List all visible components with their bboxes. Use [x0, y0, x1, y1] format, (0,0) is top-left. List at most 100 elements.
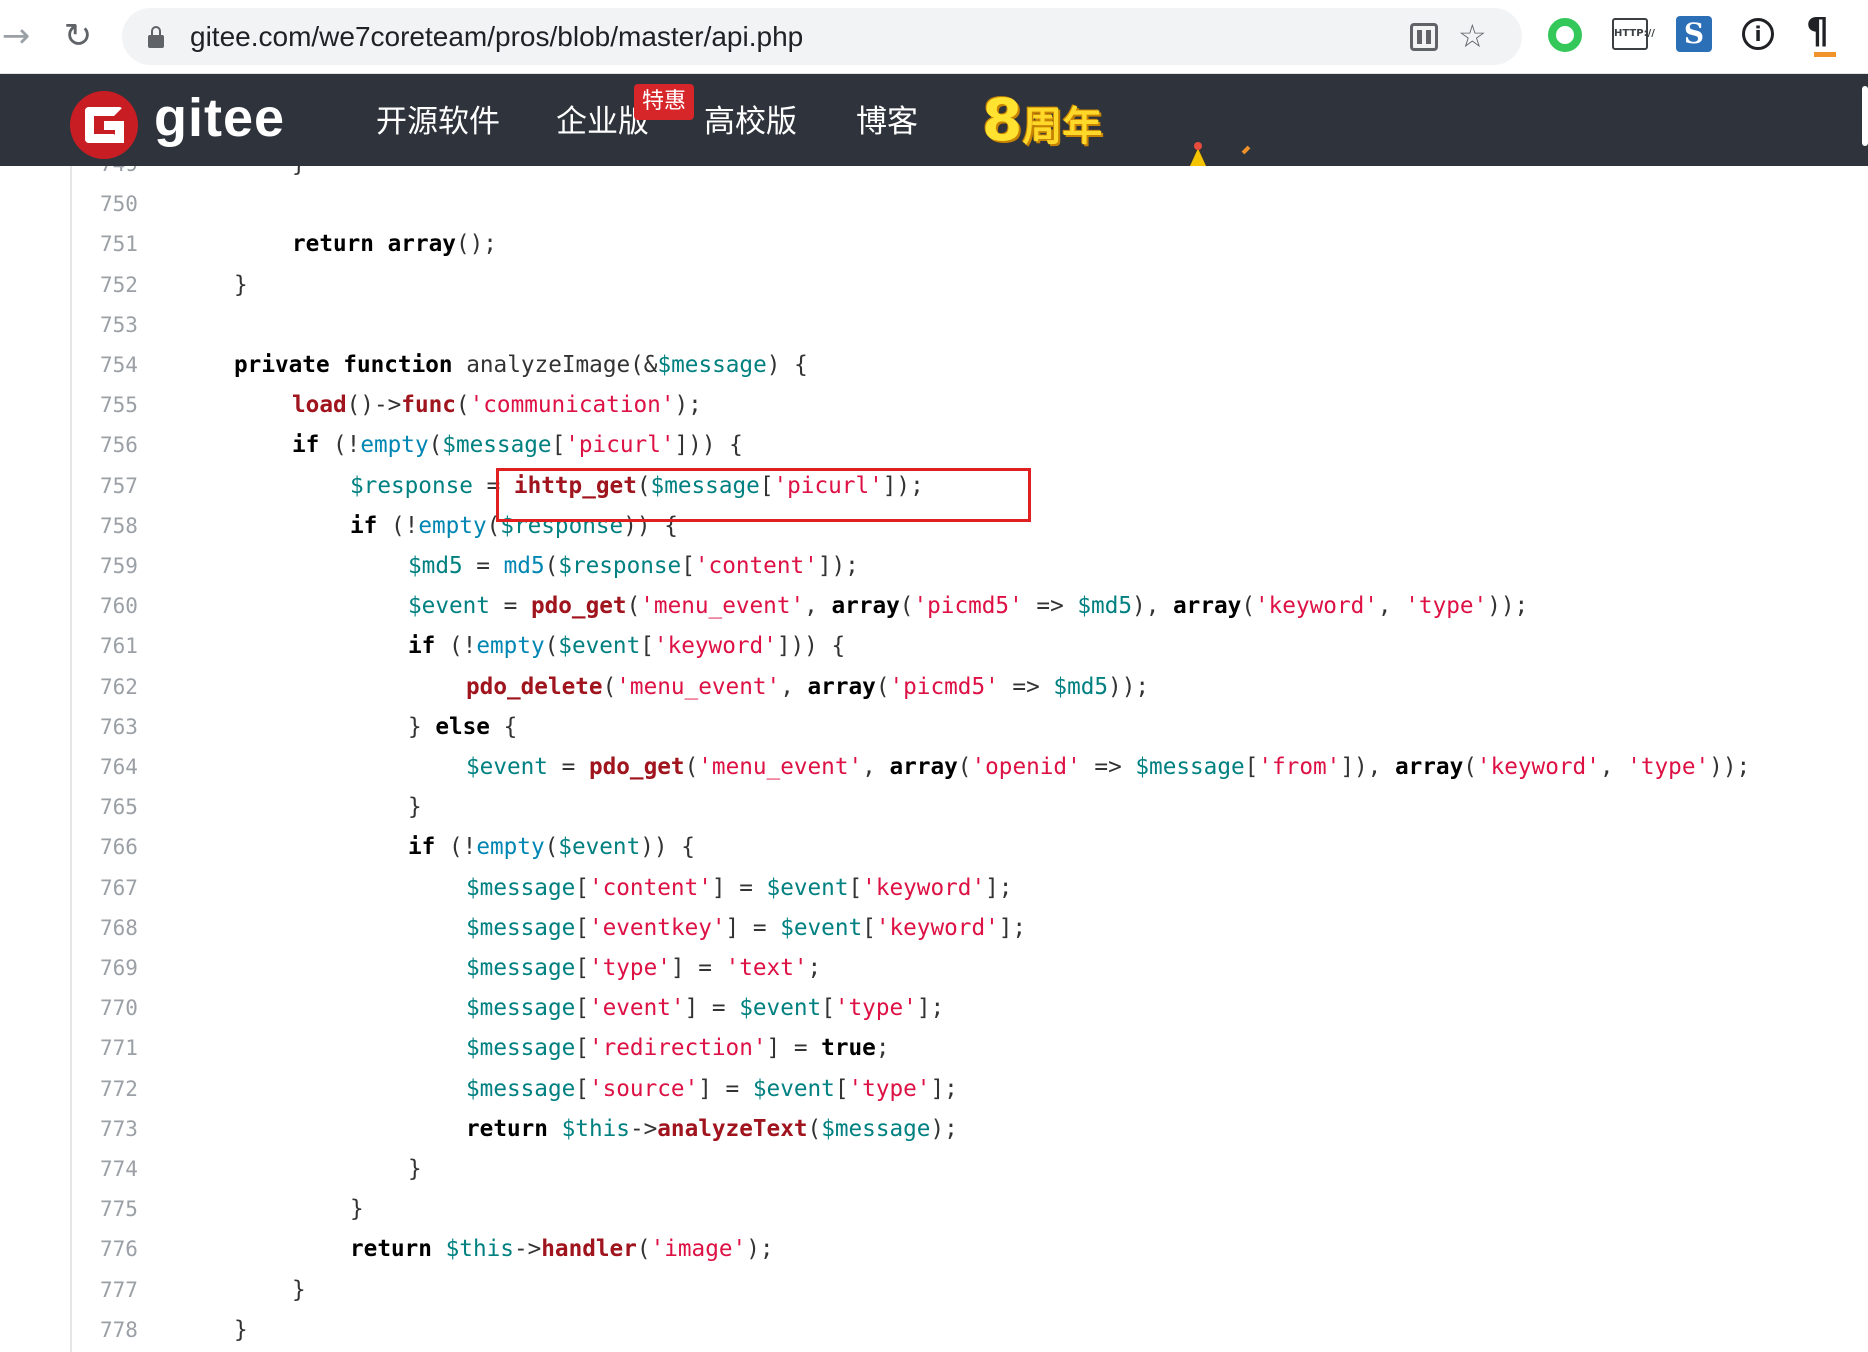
line-number[interactable]: 749: [100, 166, 160, 184]
code-token: $md5: [1077, 593, 1133, 620]
gitee-navbar: gitee 开源软件 企业版 特惠 高校版 博客 8周年: [0, 74, 1868, 238]
code-token: [: [1244, 754, 1259, 780]
code-line: 756 if (!empty($message['picurl'])) {: [0, 425, 1868, 465]
code-token: 'type': [834, 995, 917, 1022]
line-number[interactable]: 751: [100, 224, 160, 264]
code-token: 'openid': [971, 754, 1081, 780]
gitee-wordmark[interactable]: gitee: [154, 88, 285, 148]
code-token: }: [408, 794, 422, 821]
code-line: 769 $message['type'] = 'text';: [0, 948, 1868, 988]
code-line: 760 $event = pdo_get('menu_event', array(…: [0, 586, 1868, 626]
code-token: =>: [1080, 754, 1136, 780]
line-number[interactable]: 753: [100, 305, 160, 345]
code-text: private function analyzeImage(&$message)…: [234, 345, 808, 385]
code-token: ;: [807, 955, 822, 981]
code-token: pdo_get: [530, 593, 627, 620]
line-number[interactable]: 765: [100, 787, 160, 827]
line-number[interactable]: 762: [100, 667, 160, 707]
gitee-logo-icon[interactable]: [70, 91, 138, 159]
s-extension-icon[interactable]: S: [1676, 16, 1712, 52]
line-number[interactable]: 754: [100, 345, 160, 385]
star-icon[interactable]: ☆: [1458, 18, 1487, 54]
line-number[interactable]: 756: [100, 425, 160, 465]
back-button[interactable]: →: [0, 16, 36, 56]
line-number[interactable]: 769: [100, 948, 160, 988]
code-token: array: [1394, 754, 1464, 780]
line-number[interactable]: 770: [100, 988, 160, 1028]
code-token: ()->: [346, 392, 402, 419]
code-token: function: [343, 352, 453, 378]
code-token: if: [292, 432, 320, 459]
browser-toolbar: → ↻ gitee.com/we7coreteam/pros/blob/mast…: [0, 0, 1868, 74]
code-token: private: [234, 352, 330, 378]
code-line: 766 if (!empty($event)) {: [0, 827, 1868, 867]
code-token: 'type': [1627, 754, 1710, 780]
code-line: 750: [0, 184, 1868, 224]
line-number[interactable]: 764: [100, 747, 160, 787]
line-number[interactable]: 768: [100, 908, 160, 948]
anniversary-text: 周年: [1022, 104, 1103, 150]
line-number[interactable]: 760: [100, 586, 160, 626]
code-line: 771 $message['redirection'] = true;: [0, 1028, 1868, 1068]
line-number[interactable]: 763: [100, 707, 160, 747]
code-token: (: [1241, 593, 1255, 620]
code-token: else: [435, 713, 490, 740]
code-line: 752}: [0, 265, 1868, 305]
code-token: array: [387, 231, 456, 258]
code-token: [: [575, 1035, 589, 1062]
line-number[interactable]: 767: [100, 868, 160, 908]
line-number[interactable]: 750: [100, 184, 160, 224]
line-number[interactable]: 777: [100, 1270, 160, 1310]
anniversary-banner[interactable]: 8周年: [982, 90, 1102, 150]
scrollbar-edge[interactable]: [1862, 86, 1868, 146]
green-circle-extension-icon[interactable]: [1548, 18, 1582, 52]
line-number[interactable]: 759: [100, 546, 160, 586]
reload-button[interactable]: ↻: [58, 16, 98, 56]
address-bar[interactable]: gitee.com/we7coreteam/pros/blob/master/a…: [122, 8, 1522, 65]
line-number[interactable]: 778: [100, 1310, 160, 1350]
line-number[interactable]: 766: [100, 827, 160, 867]
code-token: 'picmd5': [889, 673, 999, 700]
line-number[interactable]: 761: [100, 626, 160, 666]
lock-icon[interactable]: [148, 26, 164, 48]
code-token: ihttp_get: [513, 472, 637, 499]
code-token: true: [821, 1035, 876, 1062]
code-token: handler: [541, 1236, 637, 1263]
code-token: $message: [466, 955, 576, 981]
code-token: empty: [476, 834, 545, 861]
line-number[interactable]: 771: [100, 1028, 160, 1068]
code-token: $this: [561, 1115, 630, 1142]
line-number[interactable]: 752: [100, 265, 160, 305]
code-token: 'menu_event': [616, 673, 781, 700]
code-token: empty: [360, 432, 429, 459]
code-token: 'type': [1405, 593, 1488, 620]
pilcrow-extension-icon[interactable]: ¶: [1806, 12, 1844, 57]
code-token: (: [428, 432, 443, 459]
nav-link-opensource[interactable]: 开源软件: [376, 98, 500, 146]
http-extension-icon[interactable]: HTTP://: [1612, 18, 1655, 50]
line-number[interactable]: 774: [100, 1149, 160, 1189]
url-text[interactable]: gitee.com/we7coreteam/pros/blob/master/a…: [190, 8, 803, 65]
nav-link-blog[interactable]: 博客: [856, 98, 918, 146]
line-number[interactable]: 775: [100, 1189, 160, 1229]
info-extension-icon[interactable]: i: [1742, 18, 1774, 50]
code-token: 'content': [694, 553, 818, 579]
line-number[interactable]: 773: [100, 1109, 160, 1149]
line-number[interactable]: 772: [100, 1069, 160, 1109]
nav-link-university[interactable]: 高校版: [704, 98, 797, 146]
line-number[interactable]: 758: [100, 506, 160, 546]
qr-code-icon[interactable]: [1410, 23, 1438, 51]
code-line: 765}: [0, 787, 1868, 827]
code-token: ] =: [766, 1035, 822, 1062]
line-number[interactable]: 757: [100, 466, 160, 506]
code-line: 751 return array();: [0, 224, 1868, 264]
code-line: 774}: [0, 1149, 1868, 1189]
code-token: 'menu_event': [640, 593, 805, 620]
code-token: $message: [466, 1035, 576, 1062]
code-text: }: [408, 787, 422, 827]
code-text: $message['redirection'] = true;: [466, 1028, 889, 1068]
line-number[interactable]: 755: [100, 385, 160, 425]
line-number[interactable]: 776: [100, 1229, 160, 1269]
